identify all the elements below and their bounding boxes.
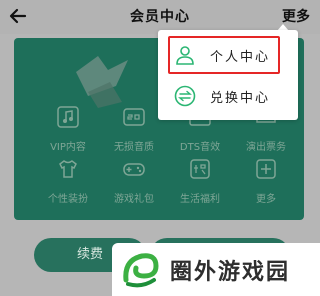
feature-label: 生活福利 <box>180 194 220 205</box>
watermark: 圈外游戏园 <box>112 243 320 296</box>
feature-label: 游戏礼包 <box>114 194 154 205</box>
page-title: 会员中心 <box>130 9 190 25</box>
gamepad-icon <box>123 163 145 176</box>
highlight-box <box>168 36 280 74</box>
feature-label: 演出票务 <box>246 142 286 153</box>
tshirt-icon <box>59 160 77 178</box>
feature-label: DTS音效 <box>179 142 221 153</box>
plus-icon <box>256 159 276 179</box>
feature-label: 个性装扮 <box>48 194 88 205</box>
watermark-logo-icon <box>123 252 159 287</box>
menu-item-exchange-center[interactable]: 兑换中心 <box>158 76 298 116</box>
feature-game-pack[interactable]: 游戏礼包 <box>98 158 170 205</box>
menu-item-label: 兑换中心 <box>210 90 271 106</box>
feature-label: 无损音质 <box>114 142 154 153</box>
sq-quality-icon <box>123 108 145 126</box>
feature-more[interactable]: 更多 <box>230 158 302 205</box>
feature-label: 更多 <box>256 194 276 205</box>
feature-vip-content[interactable]: VIP内容 <box>32 106 104 153</box>
feature-dressup[interactable]: 个性装扮 <box>32 158 104 205</box>
more-button[interactable]: 更多 <box>282 6 310 26</box>
feature-label: VIP内容 <box>50 142 86 153</box>
watermark-text: 圈外游戏园 <box>170 259 291 285</box>
music-note-icon <box>57 106 79 128</box>
exchange-icon <box>174 85 196 107</box>
discount-icon <box>190 159 210 179</box>
feature-life-benefits[interactable]: 生活福利 <box>164 158 236 205</box>
